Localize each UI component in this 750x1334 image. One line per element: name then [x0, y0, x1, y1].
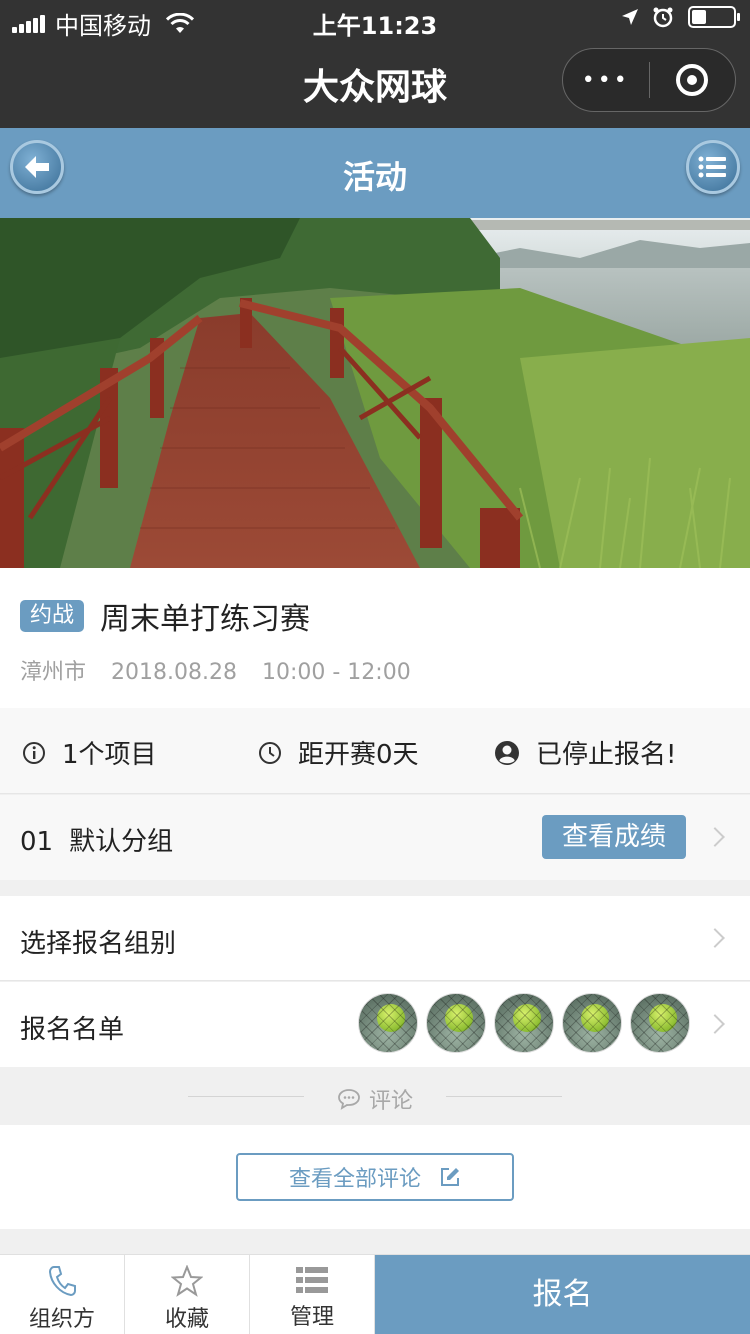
stat-countdown: 距开赛0天 — [258, 734, 419, 771]
chevron-right-icon — [705, 1014, 725, 1034]
view-all-comments-button[interactable]: 查看全部评论 — [236, 1153, 514, 1201]
manage-list-icon — [296, 1267, 328, 1293]
more-button[interactable]: ••• — [563, 68, 649, 93]
avatar[interactable] — [494, 993, 554, 1053]
divider-line — [446, 1096, 562, 1097]
avatar[interactable] — [426, 993, 486, 1053]
boardwalk-river-photo — [0, 218, 750, 568]
group-name: 默认分组 — [69, 827, 174, 857]
select-group-label: 选择报名组别 — [20, 929, 177, 959]
comments-divider: 评论 — [0, 1067, 750, 1125]
chevron-right-icon — [705, 827, 725, 847]
select-group-row[interactable]: 选择报名组别 — [0, 896, 750, 981]
avatar[interactable] — [562, 993, 622, 1053]
stat-status-label: 已停止报名! — [536, 740, 677, 770]
signup-avatars — [358, 993, 698, 1053]
signup-button[interactable]: 报名 — [375, 1255, 750, 1334]
stat-items-label: 1个项目 — [62, 740, 157, 770]
view-all-comments-label: 查看全部评论 — [288, 1167, 421, 1192]
phone-icon — [48, 1266, 76, 1297]
edit-icon — [441, 1168, 459, 1186]
event-date: 2018.08.28 — [111, 660, 237, 685]
comments-heading-label: 评论 — [368, 1089, 413, 1114]
capsule-menu: ••• — [562, 48, 736, 112]
event-time: 10:00 - 12:00 — [261, 660, 411, 685]
list-icon — [698, 156, 726, 178]
comments-section: 查看全部评论 — [0, 1125, 750, 1229]
alarm-icon — [653, 7, 673, 28]
star-icon — [171, 1265, 203, 1297]
event-cover-image — [0, 218, 750, 568]
tab-organizer[interactable]: 组织方 — [0, 1255, 125, 1334]
status-right — [620, 6, 740, 28]
clock-icon — [259, 741, 281, 764]
bottom-action-bar: 组织方 收藏 管理 报名 — [0, 1254, 750, 1334]
tab-manage[interactable]: 管理 — [250, 1255, 375, 1334]
tab-organizer-label: 组织方 — [28, 1307, 95, 1332]
info-icon — [23, 741, 45, 764]
event-info: 约战 周末单打练习赛 漳州市 2018.08.28 10:00 - 12:00 — [0, 568, 750, 708]
comment-icon — [338, 1089, 360, 1110]
group-row[interactable]: 01 默认分组 查看成绩 — [0, 795, 750, 880]
event-type-badge: 约战 — [20, 600, 85, 632]
stat-status: 已停止报名! — [494, 734, 676, 771]
signup-list-label: 报名名单 — [20, 1015, 125, 1045]
page-title: 活动 — [342, 158, 407, 196]
chevron-right-icon — [705, 928, 725, 948]
location-icon — [622, 9, 638, 25]
target-icon — [676, 64, 709, 96]
group-label: 01 默认分组 — [20, 821, 173, 858]
tab-manage-label: 管理 — [289, 1305, 334, 1330]
event-meta: 漳州市 2018.08.28 10:00 - 12:00 — [20, 654, 429, 686]
event-title: 周末单打练习赛 — [100, 602, 310, 637]
avatar[interactable] — [358, 993, 418, 1053]
view-results-button[interactable]: 查看成绩 — [542, 815, 686, 859]
event-city: 漳州市 — [20, 660, 87, 685]
app-nav-bar: 大众网球 ••• — [0, 40, 750, 128]
page-header: 活动 — [0, 128, 750, 218]
user-icon — [495, 740, 519, 765]
status-bar: 中国移动 上午11:23 — [0, 0, 750, 40]
avatar[interactable] — [630, 993, 690, 1053]
menu-button[interactable] — [686, 140, 740, 194]
group-number: 01 — [20, 827, 54, 857]
signup-list-row[interactable]: 报名名单 — [0, 982, 750, 1067]
stat-countdown-label: 距开赛0天 — [298, 740, 419, 770]
close-button[interactable] — [650, 64, 736, 96]
battery-icon — [688, 6, 740, 28]
stat-items: 1个项目 — [22, 734, 157, 771]
comments-heading: 评论 — [0, 1083, 750, 1115]
tab-favorite[interactable]: 收藏 — [125, 1255, 250, 1334]
event-stats: 1个项目 距开赛0天 已停止报名! — [0, 708, 750, 794]
tab-favorite-label: 收藏 — [164, 1307, 209, 1332]
